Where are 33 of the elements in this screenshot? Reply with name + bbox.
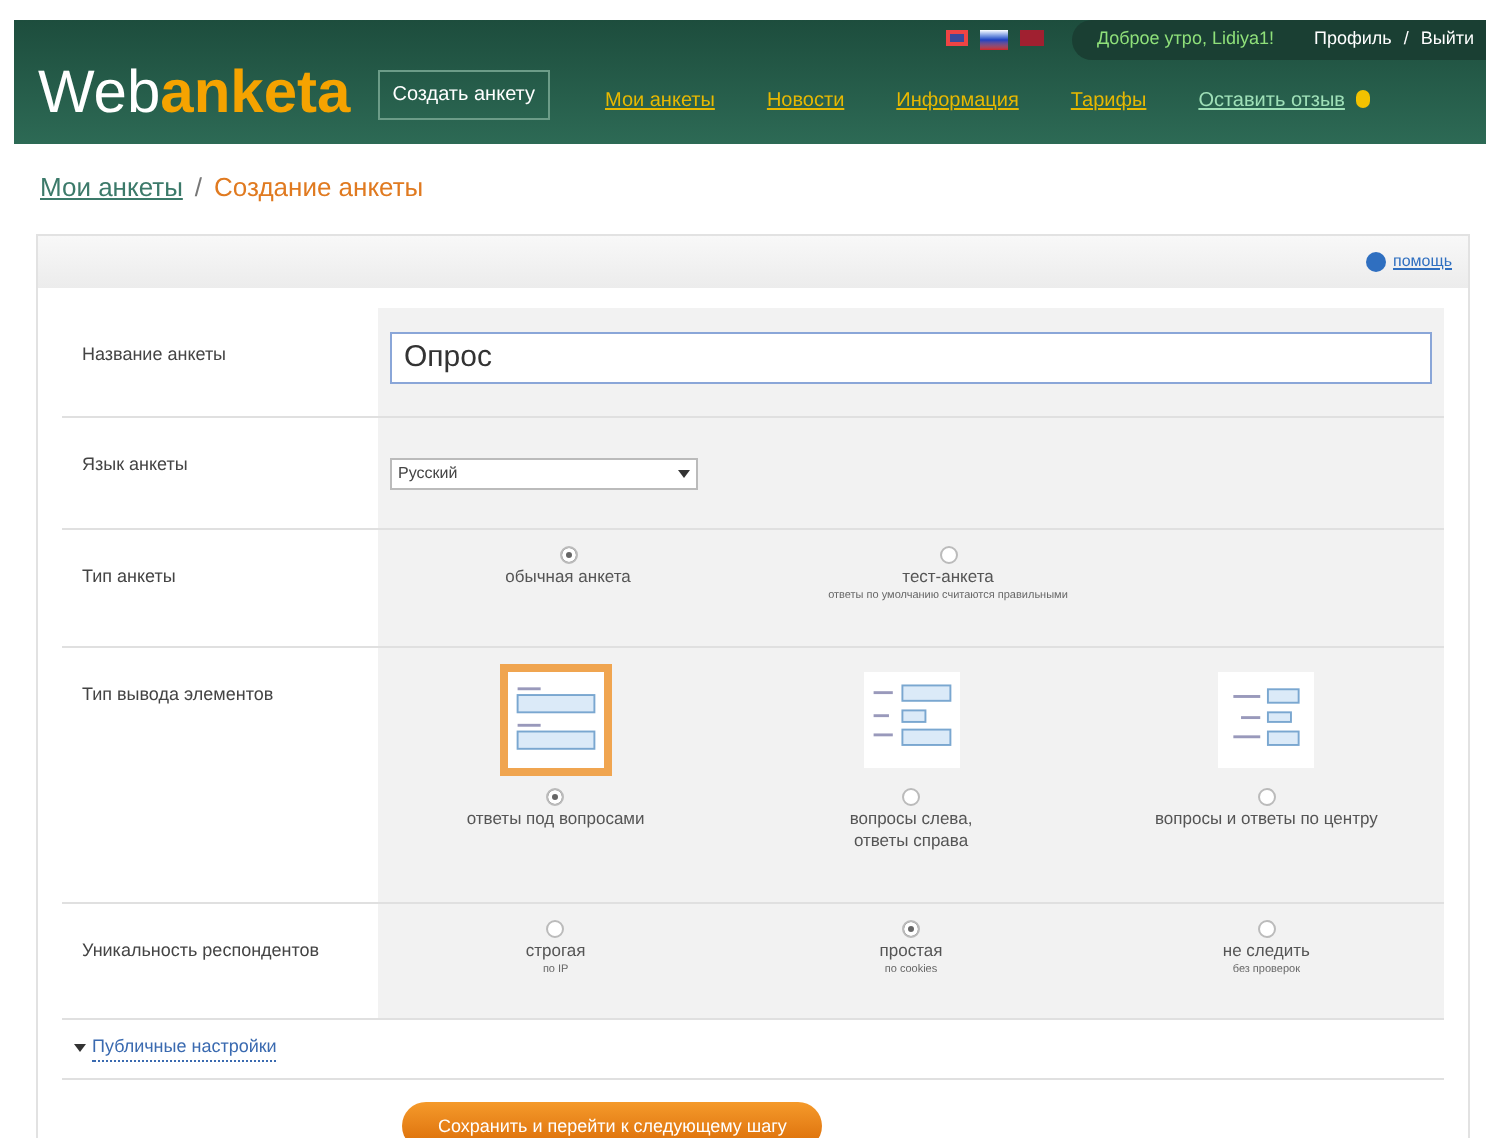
field-label: Уникальность респондентов bbox=[82, 939, 320, 959]
nav-link[interactable]: Оставить отзыв bbox=[1198, 86, 1345, 116]
dropdown-value: Русский bbox=[398, 461, 458, 485]
option-label: обычная анкета bbox=[505, 565, 631, 587]
nav-link[interactable]: Мои анкеты bbox=[605, 86, 715, 116]
greeting-text: Доброе утро, Lidiya1! bbox=[1096, 26, 1274, 53]
option-label: строгая bbox=[525, 939, 586, 961]
help-link[interactable]: помощь bbox=[1393, 249, 1452, 273]
logo[interactable]: Webanketa bbox=[38, 64, 351, 124]
nav-link[interactable]: Новости bbox=[766, 86, 845, 116]
create-survey-button[interactable]: Создать анкету bbox=[378, 70, 549, 120]
field-label: Тип вывода элементов bbox=[82, 683, 274, 703]
field-label: Название анкеты bbox=[82, 343, 227, 363]
language-dropdown[interactable]: Русский bbox=[390, 457, 698, 489]
save-next-button[interactable]: Сохранить и перейти к следующему шагу bbox=[402, 1102, 823, 1138]
field-label: Тип анкеты bbox=[82, 565, 176, 585]
nav-link[interactable]: Информация bbox=[896, 86, 1019, 116]
separator-text: / bbox=[1403, 26, 1409, 53]
option-label: простая bbox=[879, 939, 943, 961]
option-label: вопросы и ответы по центру bbox=[1155, 807, 1378, 829]
profile-link[interactable]: Профиль bbox=[1313, 26, 1392, 54]
option-label: не следить bbox=[1222, 939, 1310, 961]
breadcrumb-current: Создание анкеты bbox=[214, 170, 424, 206]
option-label: вопросы слева, ответы справа bbox=[849, 807, 973, 851]
field-label: Язык анкеты bbox=[82, 453, 188, 473]
nav-link[interactable]: Тарифы bbox=[1070, 86, 1147, 116]
breadcrumb-separator: / bbox=[194, 170, 203, 206]
logout-link[interactable]: Выйти bbox=[1420, 26, 1474, 54]
option-label: ответы под вопросами bbox=[466, 807, 645, 829]
public-settings-link[interactable]: Публичные настройки bbox=[92, 1033, 277, 1063]
name-input-field[interactable]: Опрос bbox=[390, 331, 1432, 383]
option-label: тест-анкета bbox=[902, 565, 994, 587]
breadcrumb-link[interactable]: Мои анкеты bbox=[40, 168, 183, 207]
